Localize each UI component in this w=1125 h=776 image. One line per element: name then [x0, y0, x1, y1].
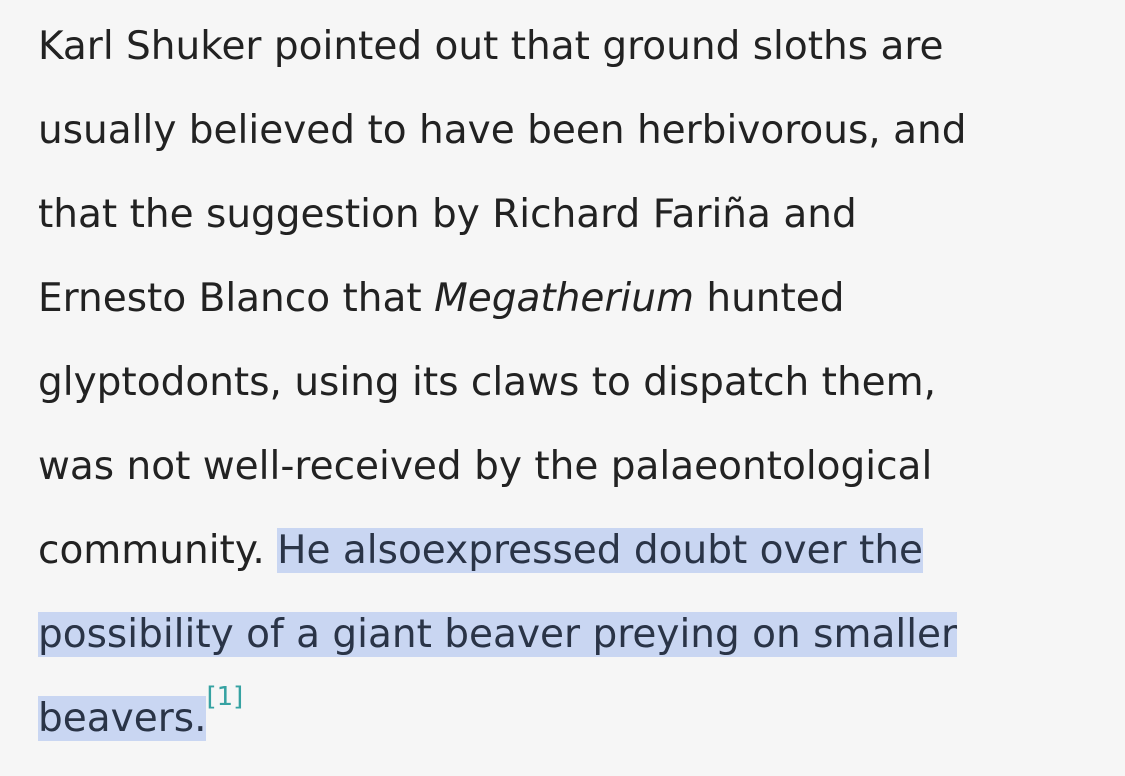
paragraph-line: possibility of a giant beaver preying on…: [38, 608, 958, 692]
taxon-name: Megatherium: [434, 276, 694, 321]
text-fragment: hunted: [693, 276, 845, 321]
paragraph-line: was not well-received by the palaeontolo…: [38, 444, 933, 489]
paragraph-line: Ernesto Blanco that Megatherium hunted: [38, 272, 845, 356]
paragraph-line: usually believed to have been herbivorou…: [38, 108, 967, 153]
selected-text[interactable]: He alsoexpressed doubt over the: [277, 528, 924, 573]
paragraph-line: Karl Shuker pointed out that ground slot…: [38, 24, 944, 69]
paragraph-line: beavers.[1]: [38, 684, 243, 776]
text-fragment: Ernesto Blanco that: [38, 276, 435, 321]
citation-link[interactable]: [1]: [206, 682, 243, 712]
paragraph-line: glyptodonts, using its claws to dispatch…: [38, 360, 937, 405]
paragraph-line: that the suggestion by Richard Fariña an…: [38, 192, 857, 237]
text-fragment: community.: [38, 528, 278, 573]
paragraph-line: community. He alsoexpressed doubt over t…: [38, 524, 924, 608]
selected-text[interactable]: possibility of a giant beaver preying on…: [38, 612, 958, 657]
selected-text[interactable]: beavers.: [38, 696, 207, 741]
